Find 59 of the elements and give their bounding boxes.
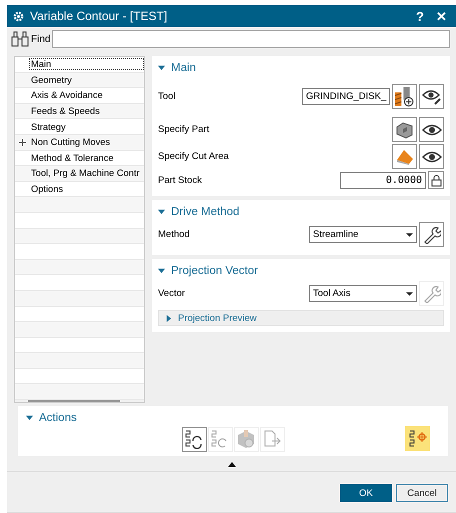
expand-icon[interactable] bbox=[19, 138, 26, 146]
icon-button[interactable] bbox=[182, 426, 206, 452]
field-label: Specify Part bbox=[158, 124, 210, 135]
tree-item[interactable]: Axis & Avoidance bbox=[29, 89, 144, 102]
section-title[interactable]: Drive Method bbox=[171, 206, 240, 218]
eye-icon bbox=[422, 150, 442, 164]
collapse-arrow-icon[interactable] bbox=[228, 462, 236, 467]
field-label: Tool bbox=[158, 90, 176, 102]
icon-button[interactable] bbox=[419, 84, 444, 108]
caret-icon bbox=[406, 292, 413, 296]
document-export-icon bbox=[262, 429, 282, 449]
tree-item[interactable]: Method & Tolerance bbox=[29, 152, 144, 164]
close-button[interactable]: ✕ bbox=[433, 8, 450, 24]
slope-icon bbox=[394, 148, 414, 166]
dropdown[interactable]: Tool Axis bbox=[309, 285, 417, 302]
binoculars-icon bbox=[11, 31, 29, 47]
find-label: Find bbox=[31, 34, 50, 44]
block-icon bbox=[395, 120, 414, 138]
lock-icon bbox=[430, 174, 442, 186]
wrench-icon bbox=[422, 284, 440, 302]
icon-button[interactable] bbox=[392, 117, 417, 142]
section-title[interactable]: Actions bbox=[39, 412, 77, 424]
ok-button[interactable]: OK bbox=[340, 484, 392, 502]
dropdown[interactable]: Streamline bbox=[309, 226, 417, 243]
icon-button[interactable] bbox=[419, 144, 444, 169]
field-label: Specify Cut Area bbox=[158, 151, 230, 162]
wrench-icon bbox=[422, 226, 440, 244]
regenerate-icon bbox=[184, 429, 204, 449]
section-title[interactable]: Projection Vector bbox=[171, 264, 258, 276]
icon-button[interactable] bbox=[405, 426, 430, 451]
machine-check-icon bbox=[236, 429, 256, 449]
tool-add-icon bbox=[394, 86, 415, 106]
tree-item[interactable]: Strategy bbox=[29, 120, 144, 133]
help-button[interactable]: ? bbox=[413, 8, 427, 24]
number-field[interactable]: 0.0000 bbox=[340, 172, 426, 188]
field-label: Part Stock bbox=[158, 174, 203, 186]
path-edit-icon bbox=[408, 428, 428, 448]
icon-button[interactable] bbox=[428, 171, 444, 189]
window-title: Variable Contour - [TEST] bbox=[30, 9, 168, 23]
collapse-icon[interactable] bbox=[158, 208, 165, 215]
projection-preview-header[interactable]: Projection Preview bbox=[158, 310, 444, 326]
section-title[interactable]: Main bbox=[171, 62, 196, 74]
cancel-button[interactable]: Cancel bbox=[396, 484, 448, 502]
collapse-icon[interactable] bbox=[26, 414, 33, 421]
icon-button[interactable] bbox=[419, 117, 444, 142]
expand-icon[interactable] bbox=[165, 314, 172, 322]
eye-icon bbox=[422, 122, 442, 136]
collapse-icon[interactable] bbox=[158, 64, 165, 71]
gear-icon bbox=[13, 10, 24, 22]
find-field[interactable] bbox=[52, 30, 450, 48]
tree-item[interactable]: Main bbox=[29, 58, 144, 70]
collapse-icon[interactable] bbox=[158, 267, 165, 274]
icon-button[interactable] bbox=[419, 222, 444, 247]
field-label: Method bbox=[158, 229, 191, 240]
caret-icon bbox=[406, 232, 413, 236]
field-label: Vector bbox=[158, 288, 186, 299]
tree-item[interactable]: Options bbox=[29, 183, 144, 196]
icon-button[interactable] bbox=[392, 84, 417, 108]
dropdown[interactable]: GRINDING_DISK_ bbox=[302, 88, 390, 104]
